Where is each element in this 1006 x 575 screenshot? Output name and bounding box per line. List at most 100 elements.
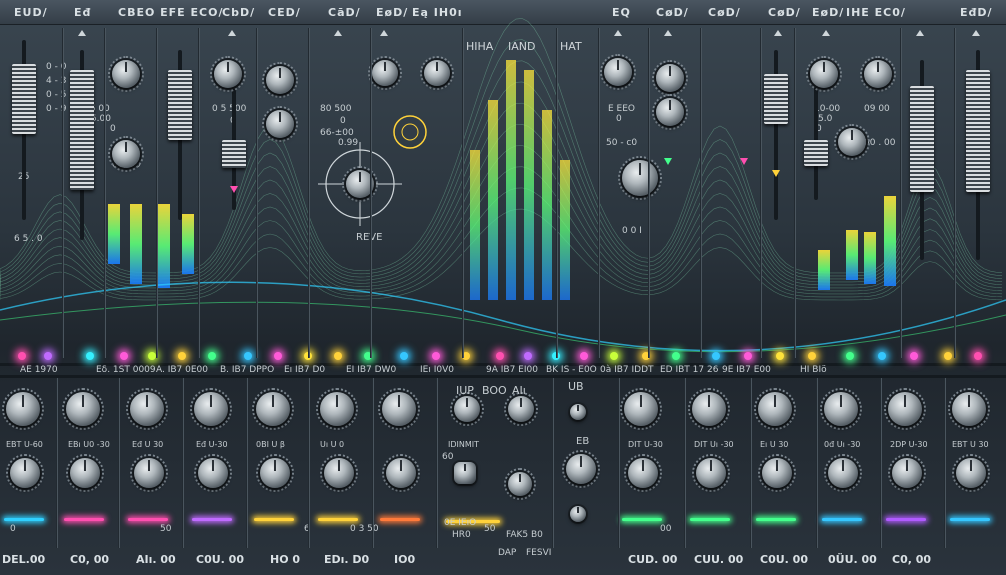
center-knob-d[interactable] [566,454,596,484]
led-indicator [580,352,588,360]
led-indicator [776,352,784,360]
channel-mid-label: IDINMIT [448,440,480,449]
channel-label: BK IS - E0O [546,365,597,375]
fader-8[interactable] [966,70,990,192]
center-meter-bar [506,60,516,300]
channel-bottom-knob[interactable] [134,458,164,488]
upper-knob-4[interactable] [266,66,294,94]
section-divider [648,28,649,358]
channel-level-bar [756,518,796,521]
hi-pass-dial-inner [401,123,419,141]
channel-top-knob[interactable] [130,392,164,426]
center-knob-c[interactable] [508,472,532,496]
upper-knob-12[interactable] [864,60,892,88]
channel-bottom-knob[interactable] [70,458,100,488]
channel-bottom-knob[interactable] [198,458,228,488]
upper-knob-3[interactable] [214,60,242,88]
strip-divider [750,378,751,548]
channel-bottom-label: AIı. 00 [136,553,176,566]
channel-mid-label: EBı U0 -30 [68,440,110,449]
fader-1[interactable] [12,64,36,134]
channel-label: 9E IB7 E00 [722,365,771,375]
upper-knob-5[interactable] [266,110,294,138]
channel-bottom-knob[interactable] [386,458,416,488]
level-meter [864,232,876,284]
channel-top-knob[interactable] [382,392,416,426]
center-label-dig: 0E IEıO [444,518,477,528]
section-divider [156,28,157,358]
channel-bottom-knob[interactable] [892,458,922,488]
center-button-bottom[interactable] [570,506,586,522]
led-indicator [672,352,680,360]
channel-level-bar [950,518,990,521]
upper-knob-7[interactable] [424,60,450,86]
channel-top-knob[interactable] [320,392,354,426]
wave-line [0,281,1006,352]
level-meter [158,204,170,288]
channel-bottom-label: DEL.00 [2,553,46,566]
channel-top-knob[interactable] [952,392,986,426]
center-button-top[interactable] [570,404,586,420]
strip-value: 00 [660,524,672,534]
mid-readout-c: 80 500 [320,104,352,114]
channel-mid-label: 0BI U β [256,440,285,449]
strip-divider [246,378,247,548]
strip-value: 50 [484,524,496,534]
channel-level-bar [690,518,730,521]
channel-bottom-knob[interactable] [324,458,354,488]
center-label-eb: EB [576,436,590,447]
section-divider [198,28,199,358]
upper-knob-11[interactable] [810,60,838,88]
fader-4[interactable] [222,140,246,168]
upper-knob-6[interactable] [372,60,398,86]
channel-top-knob[interactable] [692,392,726,426]
channel-top-knob[interactable] [758,392,792,426]
channel-top-knob[interactable] [256,392,290,426]
channel-level-bar [192,518,232,521]
mid-eq-knob[interactable] [622,160,658,196]
channel-top-knob[interactable] [66,392,100,426]
upper-knob-2[interactable] [112,140,140,168]
upper-knob-9[interactable] [656,64,684,92]
channel-top-knob[interactable] [888,392,922,426]
fader-2[interactable] [70,70,94,190]
fader-7[interactable] [910,86,934,192]
channel-bottom-label: C0, 00 [892,553,932,566]
center-knob-b[interactable] [508,396,534,422]
upper-knob-8[interactable] [604,58,632,86]
channel-top-knob[interactable] [624,392,658,426]
channel-bottom-knob[interactable] [828,458,858,488]
right-readout-b: 0 [616,114,622,124]
fader-5[interactable] [764,74,788,124]
channel-label: A. IB7 0E00 [156,365,209,375]
level-meter [818,250,830,290]
section-divider [700,28,701,358]
channel-bottom-knob[interactable] [628,458,658,488]
channel-mid-label: Eđ U 30 [132,440,164,449]
channel-top-knob[interactable] [194,392,228,426]
upper-knob-1[interactable] [112,60,140,88]
channel-bottom-knob[interactable] [260,458,290,488]
section-divider [794,28,795,358]
channel-top-knob[interactable] [6,392,40,426]
down-arrow-icon [230,186,238,193]
upper-knob-13[interactable] [838,128,866,156]
channel-top-knob[interactable] [824,392,858,426]
upper-knob-10[interactable] [656,98,684,126]
strip-divider [944,378,945,548]
center-switch[interactable] [454,462,476,484]
fader-6[interactable] [804,140,828,166]
up-arrow-icon [972,30,980,36]
channel-bottom-knob[interactable] [762,458,792,488]
section-divider [308,28,309,358]
channel-bottom-knob[interactable] [956,458,986,488]
channel-bottom-knob[interactable] [696,458,726,488]
strip-divider [684,378,685,548]
channel-bottom-knob[interactable] [10,458,40,488]
led-indicator [808,352,816,360]
header-center-mid: IAND [508,40,536,53]
center-label-ha: HR0 [452,530,471,540]
fader-3[interactable] [168,70,192,140]
center-knob-a[interactable] [454,396,480,422]
section-divider [598,28,599,358]
